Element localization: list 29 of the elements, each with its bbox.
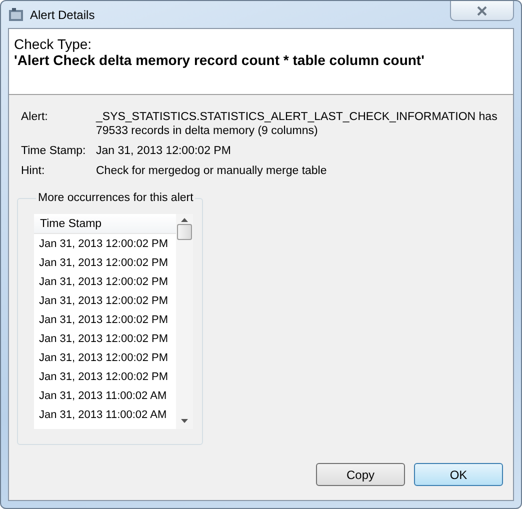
group-title: More occurrences for this alert: [37, 192, 194, 204]
ok-button[interactable]: OK: [414, 463, 503, 486]
close-button[interactable]: [450, 1, 514, 21]
table-cell-text: Jan 31, 2013 12:00:02 PM: [38, 256, 170, 270]
table-cell-text: Jan 31, 2013 12:00:02 PM: [38, 370, 170, 384]
scroll-down-icon[interactable]: [181, 419, 188, 423]
detail-label: Time Stamp:: [21, 144, 87, 158]
detail-value: _SYS_STATISTICS.STATISTICS_ALERT_LAST_CHECK_INFORMATION has 79533 records in delta memory (9 columns): [96, 110, 498, 138]
close-icon: [476, 6, 488, 16]
app-icon: [8, 6, 24, 22]
table-cell-text: Jan 31, 2013 12:00:02 PM: [38, 312, 170, 328]
copy-button[interactable]: Copy: [316, 463, 405, 486]
table-cell-text: Jan 31, 2013 12:00:02 PM: [38, 350, 170, 366]
table-cell-text: Jan 31, 2013 11:00:02 AM: [38, 408, 168, 422]
table-cell-text: Jan 31, 2013 12:00:02 PM: [38, 274, 170, 290]
table-cell-text: Jan 31, 2013 12:00:02 PM: [38, 294, 170, 308]
table-cell-text: Jan 31, 2013 11:00:02 AM: [38, 388, 168, 404]
header-label: Check Type:: [14, 36, 93, 52]
table-cell-text: Jan 31, 2013 12:00:02 PM: [38, 332, 170, 346]
window-title: Alert Details: [30, 8, 95, 22]
detail-label: Hint:: [21, 164, 46, 178]
scroll-up-icon[interactable]: [181, 218, 188, 222]
detail-label: Alert:: [21, 110, 49, 125]
scrollbar[interactable]: [176, 214, 193, 429]
detail-value: Check for mergedog or manually merge table: [96, 164, 328, 178]
table-cell-text: Jan 31, 2013 12:00:02 PM: [38, 236, 170, 252]
detail-value: Jan 31, 2013 12:00:02 PM: [96, 144, 232, 158]
scroll-thumb[interactable]: [177, 224, 192, 240]
header-value: 'Alert Check delta memory record count * table column count': [14, 52, 426, 68]
